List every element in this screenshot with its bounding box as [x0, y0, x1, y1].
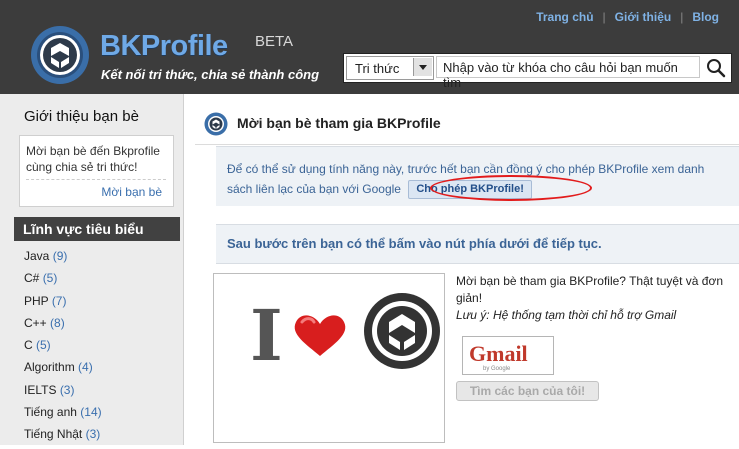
nav-link-about[interactable]: Giới thiệu: [615, 10, 672, 24]
category-count: (3): [85, 427, 101, 442]
sidebar-title: Giới thiệu bạn bè: [24, 108, 139, 125]
page-title: Mời bạn bè tham gia BKProfile: [237, 115, 441, 131]
category-name[interactable]: C++: [24, 316, 47, 330]
search-category-select[interactable]: Tri thức: [346, 56, 434, 80]
categories-title: Lĩnh vực tiêu biểu: [23, 221, 144, 237]
category-count: (8): [50, 315, 65, 330]
categories-header: Lĩnh vực tiêu biểu: [14, 217, 180, 241]
beta-label: BETA: [255, 33, 294, 50]
promo-line: Mời bạn bè tham gia BKProfile? Thật tuyệ…: [456, 274, 723, 305]
top-nav: Trang chủ | Giới thiệu | Blog: [536, 10, 719, 24]
bkprofile-logo-icon: [204, 112, 228, 136]
search-bar: Tri thức Nhập vào từ khóa cho câu hỏi bạ…: [343, 53, 732, 90]
category-name[interactable]: IELTS: [24, 383, 56, 397]
nav-separator: |: [602, 10, 606, 24]
dropdown-arrow-icon[interactable]: [413, 58, 432, 76]
search-input[interactable]: Nhập vào từ khóa cho câu hỏi bạn muốn tì…: [436, 56, 700, 90]
gmail-note: Lưu ý: Hệ thống tạm thời chỉ hỗ trợ Gmai…: [456, 308, 677, 322]
category-count: (3): [59, 382, 75, 397]
category-item[interactable]: C (5): [24, 337, 102, 359]
category-count: (9): [52, 249, 68, 263]
category-count: (5): [42, 271, 58, 286]
category-item[interactable]: PHP (7): [24, 293, 102, 315]
nav-separator: |: [680, 10, 684, 24]
left-sidebar: Giới thiệu bạn bè Mời bạn bè đến Bkprofi…: [0, 94, 184, 445]
gmail-icon: Gmail by Google: [469, 341, 528, 372]
find-friends-button[interactable]: Tìm các bạn của tôi!: [456, 381, 599, 401]
category-item[interactable]: Java (9): [24, 248, 102, 270]
invite-friends-link[interactable]: Mời bạn bè: [101, 185, 162, 199]
brand-name[interactable]: BKProfile: [100, 30, 228, 63]
svg-text:Gmail: Gmail: [469, 341, 528, 366]
magnifier-icon[interactable]: [703, 56, 729, 78]
category-count: (7): [51, 293, 67, 308]
site-header: Trang chủ | Giới thiệu | Blog BKProfile …: [0, 0, 739, 94]
invite-card: Mời bạn bè đến Bkprofile cùng chia sẻ tr…: [19, 135, 174, 207]
category-name[interactable]: Tiếng anh: [24, 405, 77, 419]
category-name[interactable]: C: [24, 338, 33, 352]
promo-illustration: I: [250, 293, 440, 377]
category-name[interactable]: Java: [24, 249, 49, 263]
category-item[interactable]: IELTS (3): [24, 382, 102, 404]
category-count: (4): [78, 360, 93, 375]
categories-list: Java (9) C# (5) PHP (7) C++ (8) C (5) Al…: [24, 248, 102, 449]
category-name[interactable]: C#: [24, 271, 39, 285]
category-item[interactable]: Tiếng Nhật (3): [24, 426, 102, 448]
invite-text: Mời bạn bè đến Bkprofile cùng chia sẻ tr…: [26, 144, 160, 174]
nav-link-blog[interactable]: Blog: [692, 10, 719, 24]
category-item[interactable]: C# (5): [24, 270, 102, 292]
category-item[interactable]: Algorithm (4): [24, 359, 102, 381]
next-step-text: Sau bước trên bạn có thể bấm vào nút phí…: [227, 236, 602, 251]
category-item[interactable]: C++ (8): [24, 315, 102, 337]
divider: [26, 179, 166, 180]
promo-text: Mời bạn bè tham gia BKProfile? Thật tuyệ…: [456, 273, 726, 324]
category-name[interactable]: Algorithm: [24, 360, 75, 374]
promo-letter-i: I: [250, 294, 283, 377]
category-name[interactable]: Tiếng Nhật: [24, 427, 82, 441]
category-count: (14): [80, 405, 102, 420]
category-item[interactable]: Tiếng anh (14): [24, 404, 102, 426]
search-category-value: Tri thức: [355, 61, 400, 76]
category-count: (5): [36, 338, 51, 353]
tagline: Kết nối tri thức, chia sẻ thành công: [101, 67, 320, 82]
i-love-bkprofile-image: I: [213, 273, 445, 443]
nav-link-home[interactable]: Trang chủ: [536, 10, 593, 24]
next-step-panel: Sau bước trên bạn có thể bấm vào nút phí…: [216, 224, 739, 264]
category-name[interactable]: PHP: [24, 294, 48, 308]
bkprofile-logo-icon[interactable]: [29, 24, 91, 86]
main-title-row: Mời bạn bè tham gia BKProfile: [195, 104, 739, 145]
highlight-ellipse: [430, 175, 592, 201]
svg-text:by Google: by Google: [483, 366, 511, 372]
gmail-logo[interactable]: Gmail by Google: [462, 336, 554, 375]
